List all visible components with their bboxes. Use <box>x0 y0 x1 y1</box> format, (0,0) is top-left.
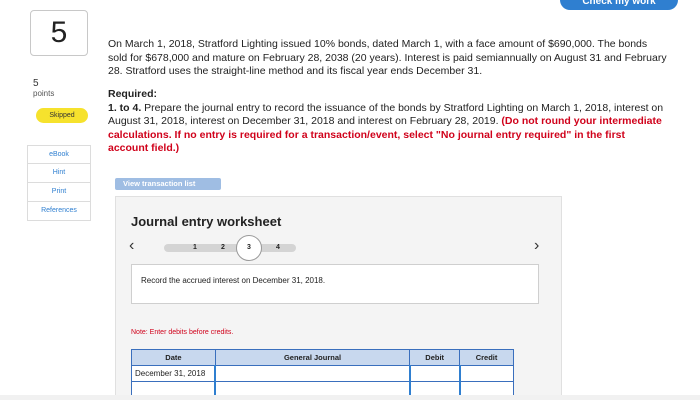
credit-input[interactable] <box>458 365 514 382</box>
debit-input[interactable] <box>408 381 461 396</box>
step-3[interactable]: 3 <box>236 235 262 261</box>
references-link[interactable]: References <box>27 202 91 221</box>
required-section: Required: 1. to 4. Prepare the journal e… <box>108 88 668 156</box>
status-badge: Skipped <box>36 108 88 123</box>
account-input[interactable] <box>214 365 411 382</box>
step-2[interactable]: 2 <box>217 242 229 254</box>
debit-input[interactable] <box>408 365 461 382</box>
date-cell: December 31, 2018 <box>131 365 216 382</box>
instruction-box: Record the accrued interest on December … <box>131 264 539 304</box>
required-title: Required: <box>108 88 158 100</box>
chevron-left-icon[interactable]: ‹ <box>129 237 134 255</box>
table-row: December 31, 2018 <box>131 365 514 382</box>
journal-entry-worksheet: Journal entry worksheet ‹ › 1 2 3 4 Reco… <box>115 196 562 400</box>
check-my-work-button[interactable]: Check my work <box>560 0 678 10</box>
side-links: eBook Hint Print References <box>27 145 91 221</box>
required-body: 1. to 4. Prepare the journal entry to re… <box>108 102 668 156</box>
hint-link[interactable]: Hint <box>27 164 91 183</box>
step-4[interactable]: 4 <box>272 242 284 254</box>
instruction-text: Record the accrued interest on December … <box>141 276 326 285</box>
question-number: 5 <box>30 10 88 56</box>
step-1[interactable]: 1 <box>189 242 201 254</box>
credit-input[interactable] <box>458 381 514 396</box>
column-header-general-journal: General Journal <box>214 349 411 366</box>
note-text: Note: Enter debits before credits. <box>131 329 234 336</box>
footer-divider <box>0 395 700 400</box>
print-link[interactable]: Print <box>27 183 91 202</box>
column-header-debit: Debit <box>409 349 461 366</box>
table-row <box>131 381 514 396</box>
column-header-credit: Credit <box>459 349 514 366</box>
journal-table: Date General Journal Debit Credit Decemb… <box>131 349 514 396</box>
date-cell <box>131 381 216 396</box>
points-value: 5 <box>33 78 39 89</box>
step-navigator: 1 2 3 4 <box>164 235 296 261</box>
worksheet-title: Journal entry worksheet <box>131 214 282 229</box>
chevron-right-icon[interactable]: › <box>534 237 539 255</box>
ebook-link[interactable]: eBook <box>27 145 91 164</box>
view-transaction-list-button[interactable]: View transaction list <box>115 178 221 190</box>
account-input[interactable] <box>214 381 411 396</box>
points-label: points <box>33 89 55 98</box>
required-number: 1. to 4. <box>108 101 142 114</box>
problem-text: On March 1, 2018, Stratford Lighting iss… <box>108 38 667 77</box>
column-header-date: Date <box>131 349 216 366</box>
